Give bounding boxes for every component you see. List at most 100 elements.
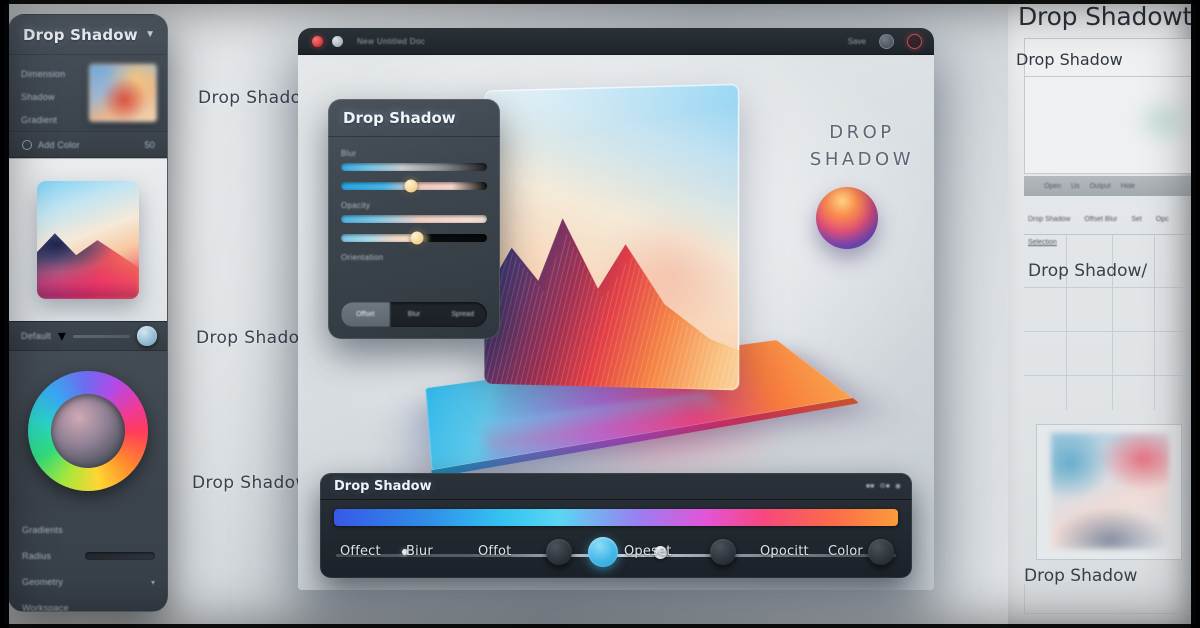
card-divider — [1025, 76, 1194, 77]
toolbar-knob-4[interactable] — [868, 539, 894, 565]
eye-icon[interactable]: ◉ — [895, 482, 901, 490]
float-slider-track-1[interactable] — [341, 163, 487, 171]
list-item-label: Workspace — [22, 603, 69, 612]
sidebar-slider-track[interactable] — [72, 334, 130, 338]
control-label-offot[interactable]: Offot — [478, 544, 511, 559]
rainbow-gradient-bar[interactable] — [334, 509, 898, 526]
control-label-biur[interactable]: Biur — [406, 544, 433, 559]
sidebar-slider-knob[interactable] — [137, 326, 157, 346]
grid-drop-shadow-text: Drop Shadow/ — [1028, 261, 1148, 281]
float-panel-body: Blur Opacity Orientation — [328, 137, 500, 262]
gradient-image-preview — [1051, 433, 1169, 549]
float-slider-track-2[interactable] — [341, 179, 487, 193]
drop-shadow-bottom-toolbar: Drop Shadow ■■ ⚙■ ◉ Offect Biur Offot Op… — [320, 473, 912, 578]
right-panel-title: Drop Shadowt — [1018, 2, 1193, 31]
list-item[interactable]: Geometry ▾ — [9, 569, 167, 595]
toolbar-item-hide[interactable]: Hide — [1121, 183, 1135, 190]
list-item[interactable]: Workspace — [9, 595, 167, 612]
left-sidebar-panel: Drop Shadow ▼ Dimension Shadow Gradient … — [8, 14, 168, 612]
window-titlebar: New Untitled Doc Save — [298, 28, 934, 55]
info-item-3: Set — [1131, 216, 1142, 223]
right-edge-bar — [1191, 0, 1200, 628]
sidebar-add-color-row[interactable]: Add Color 50 — [9, 132, 167, 158]
right-panel-toolbar[interactable]: Open Us Output Hide — [1024, 176, 1194, 196]
control-label-color[interactable]: Color — [828, 544, 863, 559]
watermark-label-2: Drop Shadow — [196, 328, 314, 348]
sidebar-default-slider-row[interactable]: Default ▾ — [9, 321, 167, 351]
right-document-panel: Drop Shadowt Drop Shadow Open Us Output … — [1008, 0, 1194, 628]
bottom-toolbar-icon-group: ■■ ⚙■ ◉ — [866, 482, 901, 491]
record-icon[interactable] — [907, 33, 922, 49]
float-slider-label-blur: Blur — [341, 149, 357, 158]
float-slider-track-4[interactable] — [341, 231, 487, 245]
control-label-offect[interactable]: Offect — [340, 544, 381, 559]
close-dot-icon[interactable] — [312, 35, 323, 47]
sidebar-color-wheel-area — [9, 351, 167, 511]
list-item-label: Gradients — [22, 525, 63, 535]
glass-artwork-card[interactable] — [484, 83, 740, 391]
list-item-label: Radius — [22, 551, 52, 561]
sidebar-gradient-thumbnail[interactable] — [89, 64, 157, 122]
float-slider-track-3[interactable] — [341, 215, 487, 223]
drop-shadow-float-panel: Drop Shadow Blur Opacity Orientation Off… — [328, 99, 500, 339]
list-item-bar[interactable] — [85, 552, 155, 560]
float-slider-knob-2[interactable] — [404, 179, 418, 193]
info-item-1: Drop Shadow — [1028, 216, 1071, 223]
control-label-opeset[interactable]: Opeset — [624, 544, 672, 559]
sidebar-property-dimension[interactable]: Dimension — [21, 69, 83, 79]
hero-title-line2: SHADOW — [809, 149, 914, 170]
sidebar-add-color-value: 50 — [144, 140, 155, 150]
segment-offset[interactable]: Offset — [341, 302, 390, 327]
info-item-4: Opc — [1155, 216, 1169, 223]
list-item[interactable]: Gradients — [9, 517, 167, 543]
grid-selection-label: Selection — [1028, 239, 1057, 246]
sidebar-default-caret[interactable]: ▾ — [58, 326, 66, 346]
sidebar-property-list: Dimension Shadow Gradient — [21, 64, 83, 125]
hero-title-line1: DROP — [829, 122, 895, 143]
layers-icon[interactable]: ■■ — [866, 483, 874, 490]
sidebar-artwork-preview[interactable] — [9, 158, 167, 321]
float-panel-footer-label: Orientation — [341, 253, 384, 262]
editor-canvas[interactable]: DROP SHADOW Drop Shadow Blur Opacity Ori… — [298, 55, 934, 590]
mountain-artwork-thumb — [37, 181, 139, 299]
segment-blur[interactable]: Blur — [390, 302, 439, 327]
gradient-sphere-icon — [816, 187, 878, 249]
right-image-frame[interactable] — [1036, 424, 1182, 560]
float-panel-title: Drop Shadow — [328, 99, 500, 137]
sidebar-properties: Dimension Shadow Gradient — [9, 55, 167, 132]
settings-icon[interactable]: ⚙■ — [879, 482, 890, 490]
color-wheel-icon[interactable] — [28, 371, 148, 491]
segment-spread[interactable]: Spread — [438, 302, 487, 327]
main-application-window: New Untitled Doc Save DROP SHADOW Drop S… — [298, 28, 934, 590]
sidebar-header[interactable]: Drop Shadow ▼ — [9, 15, 167, 55]
toolbar-item-output[interactable]: Output — [1090, 183, 1111, 190]
sidebar-title: Drop Shadow — [23, 25, 138, 44]
list-item-caret[interactable]: ▾ — [151, 578, 155, 587]
list-item-label: Geometry — [22, 577, 64, 587]
sidebar-property-shadow[interactable]: Shadow — [21, 92, 83, 102]
toolbar-item-open[interactable]: Open — [1044, 183, 1061, 190]
right-card-text: Drop Shadow — [1016, 50, 1123, 69]
user-avatar-icon[interactable] — [879, 33, 894, 49]
card-blob-decoration — [1131, 95, 1193, 147]
chevron-down-icon[interactable]: ▼ — [145, 29, 155, 40]
bottom-toolbar-title: Drop Shadow — [334, 478, 432, 494]
right-panel-grid[interactable]: Selection Drop Shadow/ — [1024, 234, 1194, 410]
right-image-caption: Drop Shadow — [1024, 566, 1138, 586]
sidebar-property-gradient[interactable]: Gradient — [21, 115, 83, 125]
screenshot-stage: Drop Shadow Drop Shadow Drop Shadow Drop… — [0, 0, 1200, 628]
toolbar-knob-1[interactable] — [546, 539, 572, 565]
list-item[interactable]: Radius — [9, 543, 167, 569]
toolbar-knob-active[interactable] — [588, 537, 618, 567]
float-panel-segmented-control[interactable]: Offset Blur Spread — [341, 302, 487, 327]
titlebar-right-group: Save — [848, 33, 922, 49]
control-label-opocitt[interactable]: Opocitt — [760, 544, 809, 559]
toolbar-item-us[interactable]: Us — [1071, 183, 1080, 190]
float-slider-knob-4[interactable] — [410, 231, 424, 245]
sidebar-add-color-label: Add Color — [38, 140, 80, 150]
hero-title: DROP SHADOW — [810, 119, 914, 173]
save-label[interactable]: Save — [848, 37, 866, 46]
toolbar-knob-3[interactable] — [710, 539, 736, 565]
color-ring-icon — [22, 140, 32, 150]
minimize-dot-icon[interactable] — [332, 35, 343, 47]
